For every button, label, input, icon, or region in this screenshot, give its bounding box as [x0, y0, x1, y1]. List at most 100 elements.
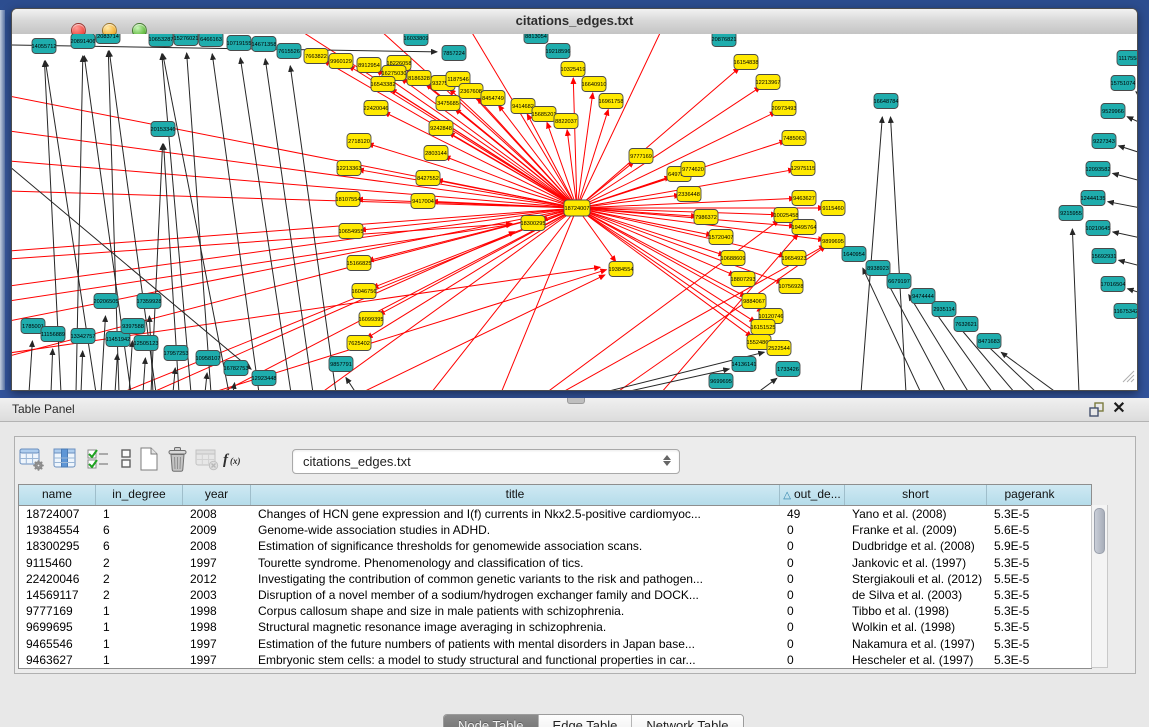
graph-node[interactable]: 15276021 [174, 34, 199, 46]
graph-node[interactable]: 16782753 [224, 361, 249, 376]
graph-node[interactable]: 22420046 [364, 101, 389, 116]
graph-node[interactable]: 15692931 [1092, 249, 1117, 264]
graph-node[interactable]: 9857791 [329, 357, 353, 372]
row-selection-icon[interactable] [85, 446, 111, 472]
graph-node[interactable]: 20206505 [94, 294, 119, 309]
graph-node[interactable]: 17359928 [137, 294, 162, 309]
graph-node[interactable]: 11156889 [41, 327, 65, 342]
graph-hub-node[interactable]: 18724007 [564, 200, 590, 216]
graph-node[interactable]: 2336448 [677, 187, 701, 202]
graph-node[interactable]: 16046756 [352, 284, 377, 299]
graph-node[interactable]: 8822037 [554, 114, 578, 129]
graph-node[interactable]: 2718120 [347, 134, 371, 149]
graph-node[interactable]: 9115460 [821, 201, 845, 216]
table-row[interactable]: 1938455462009Genome-wide association stu… [19, 522, 1091, 538]
graph-node[interactable]: 8186328 [407, 71, 431, 86]
graph-node[interactable]: 10958107 [196, 351, 221, 366]
panel-splitter-handle[interactable] [567, 398, 585, 404]
table-row[interactable]: 911546021997Tourette syndrome. Phenomeno… [19, 555, 1091, 571]
column-header-pagerank[interactable]: pagerank [987, 485, 1072, 505]
table-row[interactable]: 1830029562008Estimation of significance … [19, 538, 1091, 554]
graph-node[interactable]: 8813054 [524, 34, 548, 44]
graph-node[interactable]: 12975115 [791, 161, 815, 176]
graph-node[interactable]: 1640954 [842, 247, 866, 262]
table-chooser-dropdown[interactable]: citations_edges.txt [292, 449, 680, 474]
table-row[interactable]: 1456911722003Disruption of a novel membe… [19, 587, 1091, 603]
scrollbar-thumb[interactable] [1094, 508, 1105, 554]
show-columns-icon[interactable] [52, 446, 78, 472]
graph-node[interactable]: 20153346 [151, 122, 176, 137]
tab-network-table[interactable]: Network Table [632, 715, 742, 727]
window-titlebar[interactable]: citations_edges.txt [12, 9, 1137, 35]
graph-node[interactable]: 6679197 [887, 274, 911, 289]
graph-node[interactable]: 8471683 [977, 334, 1001, 349]
column-header-in_degree[interactable]: in_degree [96, 485, 183, 505]
graph-node[interactable]: 18300295 [521, 216, 546, 231]
column-header-short[interactable]: short [845, 485, 987, 505]
column-header-title[interactable]: title [251, 485, 780, 505]
graph-node[interactable]: 9474444 [911, 289, 935, 304]
graph-node[interactable]: 6466163 [199, 34, 223, 47]
graph-node[interactable]: 15685201 [532, 107, 557, 122]
graph-node[interactable]: 16151525 [751, 320, 776, 335]
column-header-name[interactable]: name [19, 485, 96, 505]
graph-node[interactable]: 7986372 [694, 210, 718, 225]
column-header-year[interactable]: year [183, 485, 251, 505]
graph-node[interactable]: 8912954 [357, 58, 381, 73]
graph-node[interactable]: 9417004 [411, 194, 435, 209]
graph-node[interactable]: 9699695 [709, 374, 733, 389]
graph-node[interactable]: 16543382 [371, 77, 396, 92]
graph-node[interactable]: 7485063 [782, 131, 806, 146]
graph-node[interactable]: 7615526 [277, 44, 301, 59]
table-row[interactable]: 969969511998Structural magnetic resonanc… [19, 619, 1091, 635]
graph-node[interactable]: 17957253 [164, 346, 189, 361]
graph-node[interactable]: 19654923 [782, 251, 807, 266]
tab-edge-table[interactable]: Edge Table [539, 715, 633, 727]
graph-node[interactable]: 2083714 [96, 34, 120, 44]
graph-node[interactable]: 8427552 [416, 171, 440, 186]
column-header-out_de[interactable]: △out_de... [780, 485, 845, 505]
graph-node[interactable]: 20973493 [772, 101, 797, 116]
close-panel-icon[interactable]: ✕ [1110, 399, 1128, 419]
graph-node[interactable]: 16154838 [734, 55, 759, 70]
float-panel-icon[interactable] [1088, 402, 1105, 417]
graph-node[interactable]: 14671358 [252, 37, 277, 52]
graph-node[interactable]: 2935114 [932, 302, 956, 317]
graph-node[interactable]: 17016504 [1101, 277, 1126, 292]
graph-node[interactable]: 2803144 [424, 146, 448, 161]
graph-node[interactable]: 16961758 [599, 94, 624, 109]
graph-node[interactable]: 14055712 [32, 39, 57, 54]
graph-node[interactable]: 18807293 [731, 272, 756, 287]
graph-node[interactable]: 9463627 [792, 191, 816, 206]
graph-node[interactable]: 12444135 [1081, 191, 1106, 206]
graph-node[interactable]: 9215955 [1059, 206, 1083, 221]
graph-node[interactable]: 20891406 [71, 34, 96, 49]
graph-node[interactable]: 9960129 [329, 54, 353, 69]
graph-node[interactable]: 15720407 [709, 230, 734, 245]
graph-node[interactable]: 7663822 [304, 49, 328, 64]
graph-node[interactable]: 10719155 [227, 36, 252, 51]
graph-node[interactable]: 8454749 [481, 91, 505, 106]
graph-node[interactable]: 16640910 [582, 77, 607, 92]
graph-node[interactable]: 19218596 [546, 44, 571, 59]
graph-node[interactable]: 10653287 [149, 34, 174, 47]
graph-node[interactable]: 9777169 [629, 149, 653, 164]
graph-node[interactable]: 19384554 [609, 262, 634, 277]
graph-node[interactable]: 12923448 [252, 371, 277, 386]
graph-node[interactable]: 12213363 [337, 161, 362, 176]
function-icon[interactable]: f(x) [222, 446, 248, 472]
graph-node[interactable]: 19495764 [792, 220, 817, 235]
graph-node[interactable]: 10325419 [561, 62, 586, 77]
graph-node[interactable]: 9242848 [429, 121, 453, 136]
graph-node[interactable]: 2522544 [767, 341, 791, 356]
graph-node[interactable]: 9899695 [821, 234, 845, 249]
graph-node[interactable]: 9397588 [121, 319, 145, 334]
graph-node[interactable]: 10654955 [339, 224, 364, 239]
graph-node[interactable]: 16033809 [404, 34, 429, 46]
graph-node[interactable]: 11675342 [1114, 304, 1137, 319]
tab-node-table[interactable]: Node Table [444, 715, 539, 727]
graph-node[interactable]: 10756928 [779, 279, 804, 294]
graph-node[interactable]: 10210645 [1086, 221, 1111, 236]
graph-node[interactable]: 12093582 [1086, 162, 1111, 177]
graph-canvas[interactable]: 1405571220891406208371410653287152760216… [12, 34, 1137, 390]
